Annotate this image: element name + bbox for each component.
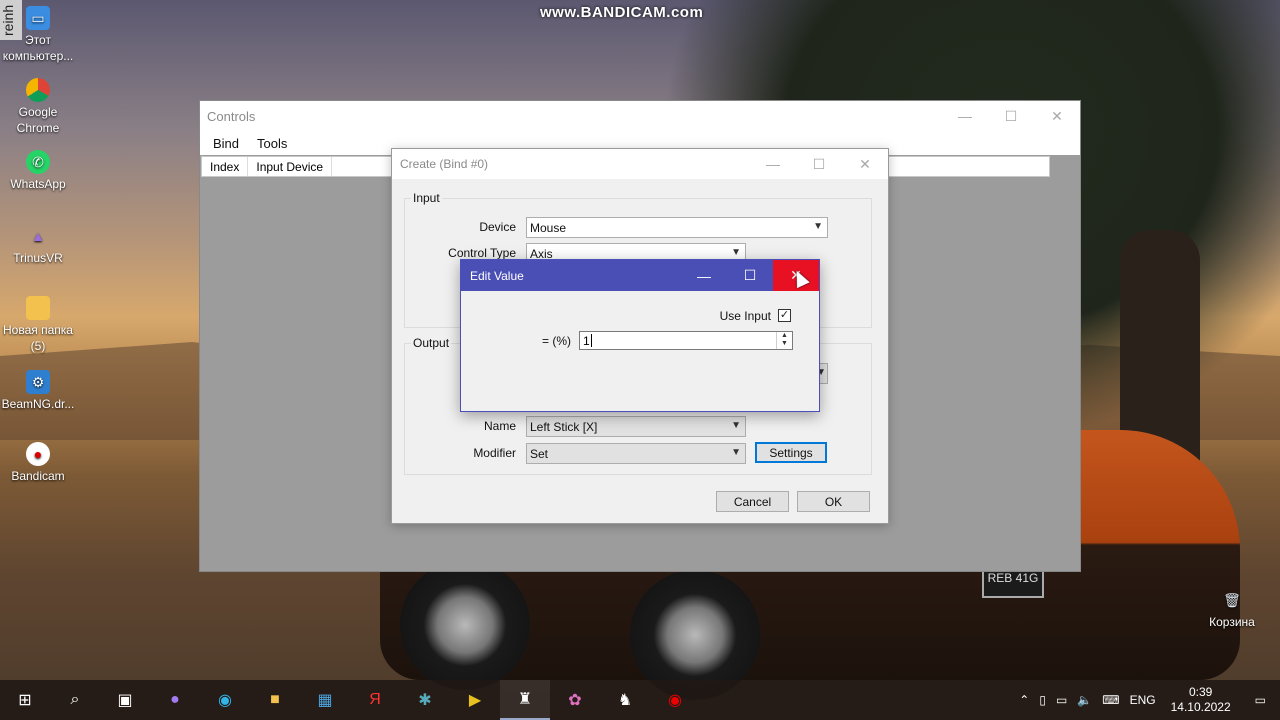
close-button[interactable]: ✕ xyxy=(1034,101,1080,131)
value-text: 1 xyxy=(583,333,590,348)
chevron-down-icon: ▼ xyxy=(731,247,741,258)
desktop-icon-trinusvr[interactable]: ▲ TrinusVR xyxy=(0,224,76,266)
maximize-button[interactable]: ☐ xyxy=(796,149,842,179)
desktop-icon-label: BeamNG.dr... xyxy=(1,397,75,411)
close-button[interactable]: ✕ xyxy=(842,149,888,179)
desktop-icon-bandicam[interactable]: ● Bandicam xyxy=(0,442,76,484)
chevron-down-icon: ▼ xyxy=(731,420,741,431)
numeric-spinner[interactable]: ▲ ▼ xyxy=(776,332,792,349)
task-view-icon[interactable]: ▣ xyxy=(100,680,150,720)
folder-icon xyxy=(26,296,50,320)
column-index[interactable]: Index xyxy=(202,157,249,176)
bandicam-icon: ● xyxy=(26,442,50,466)
value-label: = (%) xyxy=(541,334,571,348)
language-indicator[interactable]: ENG xyxy=(1125,693,1161,707)
car-wheel xyxy=(400,560,530,690)
clock-time: 0:39 xyxy=(1188,685,1213,699)
desktop-icon-label: Новая папка (5) xyxy=(3,323,73,353)
settings-button[interactable]: Settings xyxy=(755,442,827,463)
store-icon[interactable]: ▦ xyxy=(300,680,350,720)
trinusvr-icon: ▲ xyxy=(31,228,45,244)
desktop-icon-label: Google Chrome xyxy=(16,105,60,135)
search-icon[interactable]: ⌕ xyxy=(50,680,100,720)
desktop-icon-label: Корзина xyxy=(1209,615,1255,629)
create-titlebar[interactable]: Create (Bind #0) — ☐ ✕ xyxy=(392,149,888,179)
window-title: Controls xyxy=(207,108,256,124)
chevron-down-icon: ▼ xyxy=(731,447,741,458)
clock[interactable]: 0:39 14.10.2022 xyxy=(1161,685,1241,715)
edit-titlebar[interactable]: Edit Value — ☐ ✕ xyxy=(461,260,819,291)
name-label: Name xyxy=(483,419,516,433)
beamng-icon: ⚙ xyxy=(26,370,50,394)
desktop-icon-new-folder[interactable]: Новая папка (5) xyxy=(0,296,76,354)
modifier-value: Set xyxy=(530,446,549,461)
whatsapp-icon: ✆ xyxy=(26,150,50,174)
clock-date: 14.10.2022 xyxy=(1170,700,1231,714)
minimize-button[interactable]: — xyxy=(942,101,988,131)
value-input[interactable]: 1 ▲ ▼ xyxy=(579,331,793,350)
chrome-icon xyxy=(26,78,50,102)
notification-icon[interactable]: ▭ xyxy=(1241,693,1280,707)
dialog-title: Edit Value xyxy=(470,268,524,283)
column-input-device[interactable]: Input Device xyxy=(248,157,333,176)
start-button[interactable]: ⊞ xyxy=(0,680,50,720)
chevron-up-icon[interactable]: ⌃ xyxy=(1014,693,1034,707)
desktop-icon-beamng[interactable]: ⚙ BeamNG.dr... xyxy=(0,370,76,412)
game-icon[interactable]: ♞ xyxy=(600,680,650,720)
desktop-icon-chrome[interactable]: Google Chrome xyxy=(0,78,76,136)
edge-icon[interactable]: ◉ xyxy=(200,680,250,720)
alice-icon[interactable]: ● xyxy=(150,680,200,720)
maximize-button[interactable]: ☐ xyxy=(988,101,1034,131)
group-label: Input xyxy=(411,191,442,205)
keyboard-icon[interactable]: ⌨ xyxy=(1097,693,1124,707)
record-icon[interactable]: ◉ xyxy=(650,680,700,720)
text-caret xyxy=(590,334,592,347)
chevron-down-icon: ▼ xyxy=(813,221,823,232)
octopus-icon[interactable]: ✿ xyxy=(550,680,600,720)
device-value: Mouse xyxy=(530,220,567,235)
recycle-bin-icon: 🗑 xyxy=(1223,592,1241,608)
system-tray: ⌃ ▯ ▭ 🔈 ⌨ ENG 0:39 14.10.2022 ▭ xyxy=(1014,680,1280,720)
device-select[interactable]: Mouse ▼ xyxy=(526,217,828,238)
media-icon[interactable]: ▶ xyxy=(450,680,500,720)
computer-icon: ▭ xyxy=(26,6,50,30)
app-icon[interactable]: ✱ xyxy=(400,680,450,720)
desktop-icon-recycle-bin[interactable]: 🗑 Корзина xyxy=(1196,588,1268,630)
file-explorer-icon[interactable]: ■ xyxy=(250,680,300,720)
control-type-label: Control Type xyxy=(448,246,516,260)
cancel-button[interactable]: Cancel xyxy=(716,491,789,512)
device-label: Device xyxy=(479,220,516,234)
group-label: Output xyxy=(411,336,452,350)
desktop-icon-label: Этот компьютер... xyxy=(2,33,74,63)
network-icon[interactable]: ▭ xyxy=(1051,693,1072,707)
controls-titlebar[interactable]: Controls — ☐ ✕ xyxy=(200,101,1080,131)
maximize-button[interactable]: ☐ xyxy=(727,260,773,291)
joystick-icon[interactable]: ♜ xyxy=(500,680,550,720)
menu-bind[interactable]: Bind xyxy=(204,136,248,151)
desktop-icon-label: TrinusVR xyxy=(13,251,63,265)
menu-tools[interactable]: Tools xyxy=(248,136,296,151)
device-icon[interactable]: ▯ xyxy=(1034,693,1051,707)
use-input-checkbox[interactable]: ✓ xyxy=(778,309,791,322)
minimize-button[interactable]: — xyxy=(750,149,796,179)
use-input-label: Use Input xyxy=(719,309,771,323)
license-plate: REB 41G xyxy=(982,568,1044,598)
desktop-icon-this-pc[interactable]: ▭ Этот компьютер... xyxy=(0,6,76,64)
desktop-icon-whatsapp[interactable]: ✆ WhatsApp xyxy=(0,150,76,192)
name-select[interactable]: Left Stick [X] ▼ xyxy=(526,416,746,437)
minimize-button[interactable]: — xyxy=(681,260,727,291)
yandex-browser-icon[interactable]: Я xyxy=(350,680,400,720)
taskbar: ⊞ ⌕ ▣ ● ◉ ■ ▦ Я ✱ ▶ ♜ ✿ ♞ ◉ ⌃ ▯ ▭ 🔈 ⌨ EN… xyxy=(0,680,1280,720)
desktop-icon-label: WhatsApp xyxy=(10,177,66,191)
dialog-title: Create (Bind #0) xyxy=(400,157,489,171)
modifier-label: Modifier xyxy=(473,446,516,460)
desktop-icon-label: Bandicam xyxy=(11,469,65,483)
ok-button[interactable]: OK xyxy=(797,491,870,512)
volume-icon[interactable]: 🔈 xyxy=(1072,693,1097,707)
edit-value-dialog: Edit Value — ☐ ✕ Use Input ✓ = (%) 1 ▲ ▼ xyxy=(460,259,820,412)
modifier-select[interactable]: Set ▼ xyxy=(526,443,746,464)
checkmark-icon: ✓ xyxy=(779,309,790,321)
bandicam-watermark: www.BANDICAM.com xyxy=(540,4,704,21)
name-value: Left Stick [X] xyxy=(530,419,598,434)
